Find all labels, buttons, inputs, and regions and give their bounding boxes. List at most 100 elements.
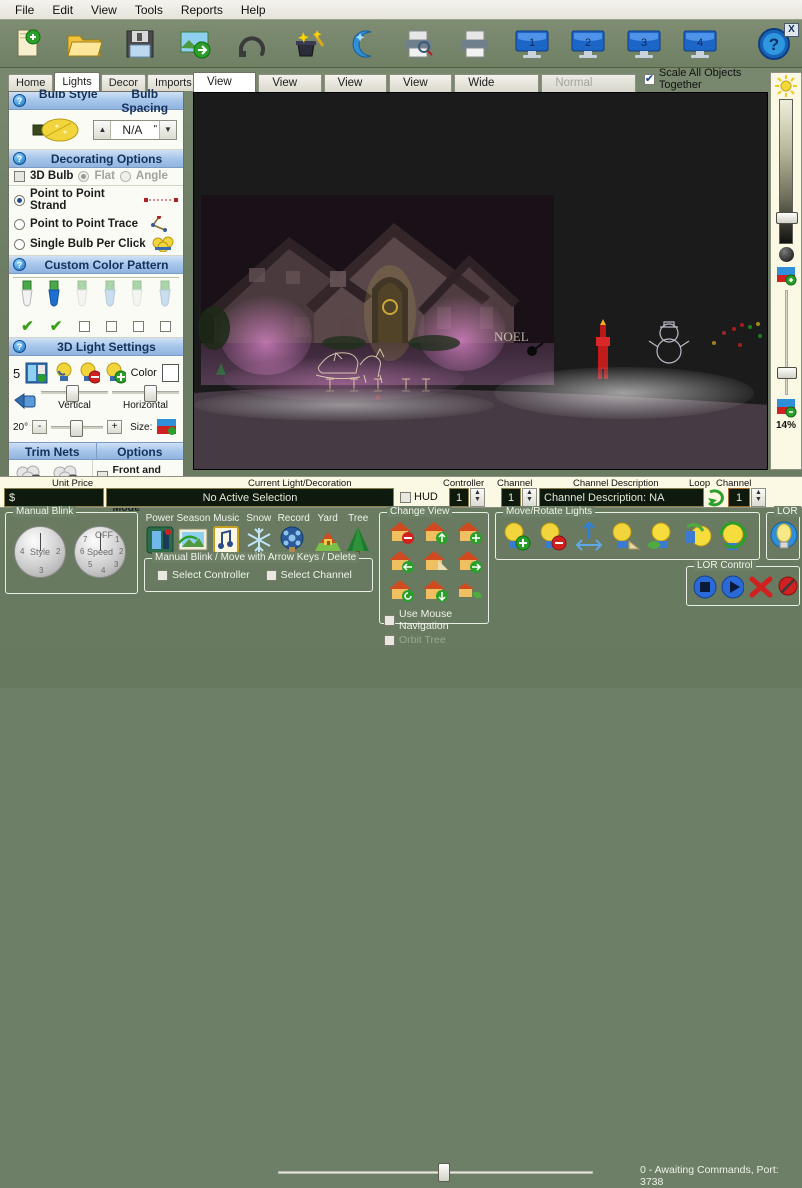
tab-view-1[interactable]: View #1	[193, 72, 256, 92]
tab-wide-screen[interactable]: Wide Screen	[454, 74, 539, 92]
menu-item-file[interactable]: File	[6, 1, 43, 19]
style-knob[interactable]: Style 2 3 4	[14, 526, 66, 578]
pattern-check-2[interactable]: ✔	[50, 317, 63, 335]
house-perspective-icon[interactable]	[418, 548, 451, 576]
pattern-bulb-6[interactable]	[156, 279, 174, 317]
bulb-cycle-icon[interactable]	[717, 521, 749, 553]
brightness-slider-thumb[interactable]	[776, 212, 798, 224]
zoom-out-icon[interactable]	[775, 398, 797, 418]
mute-icon[interactable]	[777, 575, 799, 599]
open-file-button[interactable]	[56, 21, 112, 67]
tree-icon[interactable]	[343, 525, 373, 555]
horizontal-slider[interactable]	[112, 391, 179, 394]
tab-view-2[interactable]: View #2	[258, 74, 321, 92]
select-channel-row[interactable]: Select Channel	[266, 569, 352, 581]
house-zoom-out-icon[interactable]	[384, 519, 417, 547]
select-controller-row[interactable]: Select Controller	[157, 569, 250, 581]
help-bubble-icon[interactable]: ?	[13, 152, 26, 165]
menu-item-tools[interactable]: Tools	[126, 1, 172, 19]
help-bubble-icon[interactable]: ?	[13, 340, 26, 353]
lor-bulb-icon[interactable]	[769, 520, 799, 554]
undo-button[interactable]	[224, 21, 280, 67]
loop-arrow-icon[interactable]	[706, 488, 728, 507]
vertical-slider[interactable]	[41, 391, 108, 394]
menu-item-view[interactable]: View	[82, 1, 126, 19]
bulb-search-icon[interactable]	[53, 362, 74, 384]
bulb-add-icon[interactable]	[501, 521, 533, 553]
save-button[interactable]	[112, 21, 168, 67]
zoom-in-icon[interactable]	[775, 266, 797, 286]
bulb-stretch-icon[interactable]	[645, 521, 677, 553]
help-bubble-icon[interactable]: ?	[13, 94, 26, 107]
pattern-bulb-2[interactable]	[45, 279, 63, 317]
tab-lights[interactable]: Lights	[54, 72, 99, 91]
light-picker-icon[interactable]	[25, 362, 48, 384]
brightness-slider[interactable]	[779, 99, 793, 244]
menu-item-reports[interactable]: Reports	[172, 1, 232, 19]
house-rotate-icon[interactable]	[384, 577, 417, 605]
house-right-icon[interactable]	[452, 548, 485, 576]
bulb-spacing-spinner[interactable]: ▲ N/A " ▼	[93, 120, 177, 140]
select-channel-checkbox[interactable]	[266, 570, 277, 581]
unit-price-field[interactable]: $	[4, 488, 104, 507]
timeline-slider[interactable]	[278, 1165, 593, 1179]
pattern-bulb-1[interactable]	[18, 279, 36, 317]
night-ball-icon[interactable]	[779, 247, 794, 262]
import-image-button[interactable]	[168, 21, 224, 67]
timeline-thumb[interactable]	[438, 1163, 450, 1182]
point-to-point-strand-row[interactable]: Point to Point Strand	[9, 186, 183, 214]
bulb-rotate-icon[interactable]	[681, 521, 713, 553]
angle-increase-button[interactable]: +	[107, 420, 122, 434]
wizard-button[interactable]	[280, 21, 336, 67]
angle-slider-thumb[interactable]	[70, 420, 83, 437]
print-preview-button[interactable]	[392, 21, 448, 67]
pattern-check-3[interactable]	[79, 321, 90, 332]
single-bulb-per-click-row[interactable]: Single Bulb Per Click	[9, 234, 183, 256]
music-icon[interactable]	[210, 525, 242, 555]
bulb-remove-icon[interactable]	[79, 362, 100, 384]
pattern-bulb-4[interactable]	[101, 279, 119, 317]
angle-slider[interactable]	[51, 426, 103, 429]
house-left-icon[interactable]	[384, 548, 417, 576]
zoom-slider[interactable]	[785, 290, 788, 395]
channel-description-field[interactable]: Channel Description: NA	[539, 488, 704, 507]
record-icon[interactable]	[275, 525, 312, 555]
house-up-icon[interactable]	[418, 519, 451, 547]
pattern-check-1[interactable]: ✔	[21, 317, 34, 335]
pattern-check-6[interactable]	[160, 321, 171, 332]
single-bulb-per-click-radio[interactable]	[14, 239, 25, 250]
pattern-check-5[interactable]	[133, 321, 144, 332]
angle-decrease-button[interactable]: -	[32, 420, 47, 434]
design-canvas[interactable]: NOEL	[193, 92, 768, 470]
controller-field[interactable]: 1	[449, 488, 469, 507]
new-document-button[interactable]	[0, 21, 56, 67]
size-icon[interactable]	[156, 418, 178, 436]
monitor-4-button[interactable]: 4	[672, 21, 728, 67]
monitor-1-button[interactable]: 1	[504, 21, 560, 67]
house-down-icon[interactable]	[418, 577, 451, 605]
horizontal-slider-thumb[interactable]	[144, 385, 157, 402]
bulb-flip-icon[interactable]	[609, 521, 641, 553]
spacing-up-button[interactable]: ▲	[94, 121, 111, 139]
bulb-remove-icon[interactable]	[537, 521, 569, 553]
night-mode-button[interactable]	[336, 21, 392, 67]
print-button[interactable]	[448, 21, 504, 67]
sun-icon[interactable]	[775, 75, 797, 97]
cancel-x-icon[interactable]	[748, 575, 773, 599]
pattern-bulb-5[interactable]	[128, 279, 146, 317]
pattern-bulb-3[interactable]	[73, 279, 91, 317]
vertical-slider-thumb[interactable]	[66, 385, 79, 402]
color-swatch[interactable]	[162, 364, 179, 382]
stop-icon[interactable]	[693, 575, 717, 599]
controller-spinner[interactable]: ▲▼	[470, 488, 485, 507]
loop-channel-field[interactable]: 1	[728, 488, 750, 507]
flat-radio[interactable]	[78, 171, 89, 182]
tab-view-4[interactable]: View #4	[389, 74, 452, 92]
power-icon[interactable]	[144, 525, 176, 555]
use-mouse-navigation-row[interactable]: Use Mouse Navigation	[380, 608, 488, 632]
scale-all-objects-row[interactable]: Scale All Objects Together	[644, 67, 768, 91]
menu-item-edit[interactable]: Edit	[43, 1, 82, 19]
scale-all-objects-checkbox[interactable]	[644, 74, 655, 85]
house-zoom-in-icon[interactable]	[452, 519, 485, 547]
point-to-point-trace-row[interactable]: Point to Point Trace	[9, 214, 183, 234]
